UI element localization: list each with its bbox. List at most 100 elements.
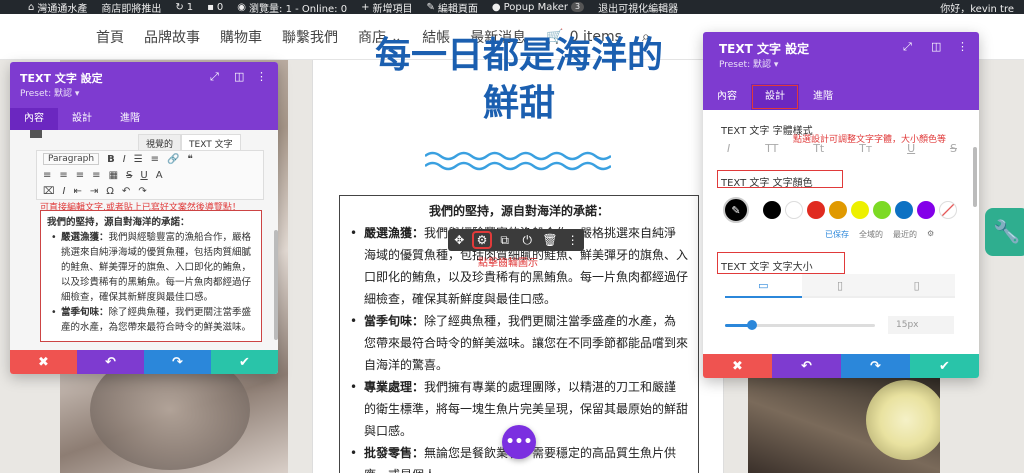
scrollbar[interactable] <box>973 147 977 207</box>
edit-page-link[interactable]: ✎ 編輯頁面 <box>419 0 484 15</box>
trash-icon[interactable]: 🗑 <box>542 233 558 247</box>
save-button[interactable]: ✔ <box>211 350 278 374</box>
undo-button[interactable]: ↶ <box>772 354 841 378</box>
swatch-orange[interactable] <box>829 201 847 219</box>
preset-select[interactable]: Preset: 默認 ▾ <box>20 86 268 99</box>
justify-icon[interactable]: ≡ <box>92 170 100 181</box>
page-settings-button[interactable]: ••• <box>502 425 536 459</box>
uppercase-icon[interactable]: TT <box>765 142 778 160</box>
tab-content[interactable]: 內容 <box>703 84 751 110</box>
align-right-icon[interactable]: ≡ <box>76 170 84 181</box>
more-vertical-icon[interactable]: ⋮ <box>957 40 968 53</box>
undo-button[interactable]: ↶ <box>77 350 144 374</box>
popup-maker-link[interactable]: ● Popup Maker 3 <box>485 0 591 14</box>
desktop-icon[interactable]: ▭ <box>725 274 802 298</box>
quote-icon[interactable]: ❝ <box>188 154 193 165</box>
redo-button[interactable]: ↷ <box>144 350 211 374</box>
redo-icon[interactable]: ↷ <box>138 186 146 197</box>
more-icon[interactable]: ⋮ <box>565 233 581 247</box>
more-vertical-icon[interactable]: ⋮ <box>256 70 267 83</box>
text-size-slider[interactable] <box>725 317 875 333</box>
phone-icon[interactable]: ▯ <box>878 274 956 298</box>
gear-icon[interactable]: ⚙ <box>927 229 934 240</box>
italic-format-icon[interactable]: I <box>63 186 66 197</box>
swatch-none[interactable] <box>939 201 957 219</box>
save-button[interactable]: ✔ <box>910 354 979 378</box>
swatch-yellow[interactable] <box>851 201 869 219</box>
link-icon[interactable]: 🔗 <box>167 154 179 165</box>
tablet-icon[interactable]: ▯ <box>801 274 879 298</box>
power-icon[interactable]: ⏻ <box>519 233 535 248</box>
tab-design[interactable]: 設計 <box>58 108 106 130</box>
align-left-icon[interactable]: ≡ <box>43 170 51 181</box>
tab-design[interactable]: 設計 <box>751 84 799 110</box>
swatch-purple[interactable] <box>917 201 935 219</box>
slider-handle[interactable] <box>747 320 757 330</box>
redo-button[interactable]: ↷ <box>841 354 910 378</box>
preset-select[interactable]: Preset: 默認 ▾ <box>719 57 963 70</box>
tab-recent[interactable]: 最近的 <box>893 229 917 240</box>
tab-saved[interactable]: 已保存 <box>825 229 849 240</box>
swatch-green[interactable] <box>873 201 891 219</box>
exit-builder-link[interactable]: 退出可視化編輯器 <box>591 0 685 15</box>
nav-home[interactable]: 首頁 <box>96 27 124 47</box>
tab-content[interactable]: 內容 <box>10 108 58 130</box>
discard-button[interactable]: ✖ <box>10 350 77 374</box>
store-notice[interactable]: 商店即將推出 <box>94 0 168 15</box>
font-style-options: I TT Tt Tᴛ U S <box>727 142 957 160</box>
text-color-icon[interactable]: A <box>156 170 163 181</box>
nav-cart[interactable]: 購物車 <box>220 27 262 47</box>
bullet-list-icon[interactable]: ☰ <box>134 154 143 165</box>
swatch-red[interactable] <box>807 201 825 219</box>
outdent-icon[interactable]: ⇤ <box>73 186 81 197</box>
underline-style-icon[interactable]: U <box>907 142 915 160</box>
italic-style-icon[interactable]: I <box>727 142 730 160</box>
text-color-label: TEXT 文字 文字顏色 <box>721 178 813 189</box>
editor-body[interactable]: 我們的堅持，源自對海洋的承諾： 嚴選漁獲：我們與經驗豐富的漁船合作，嚴格挑選來自… <box>40 210 262 342</box>
move-icon[interactable]: ✥ <box>451 233 467 247</box>
indent-icon[interactable]: ⇥ <box>90 186 98 197</box>
table-icon[interactable]: ▦ <box>109 170 118 181</box>
bold-icon[interactable]: B <box>107 154 115 165</box>
swatch-blue[interactable] <box>895 201 913 219</box>
new-item-link[interactable]: + 新增項目 <box>354 0 419 15</box>
comments-link[interactable]: ▪ 0 <box>200 0 230 14</box>
text-size-input[interactable]: 15px <box>888 316 954 334</box>
smallcaps-icon[interactable]: Tᴛ <box>859 142 872 160</box>
capitalize-icon[interactable]: Tt <box>813 142 824 160</box>
updates-link[interactable]: ↻ 1 <box>168 0 200 14</box>
split-view-icon[interactable]: ◫ <box>234 70 244 83</box>
clear-format-icon[interactable]: ⌧ <box>43 186 55 197</box>
tab-global[interactable]: 全域的 <box>859 229 883 240</box>
panel-title: TEXT 文字 設定 <box>719 42 810 56</box>
special-char-icon[interactable]: Ω <box>106 186 114 197</box>
dots-icon: ••• <box>505 434 533 450</box>
swatch-white[interactable] <box>785 201 803 219</box>
numbered-list-icon[interactable]: ≡ <box>151 154 159 165</box>
paragraph-select[interactable]: Paragraph <box>43 153 100 165</box>
gear-icon[interactable]: ⚙ <box>471 231 492 249</box>
fullscreen-icon[interactable]: ⤢ <box>210 70 219 84</box>
right-settings-panel: TEXT 文字 設定 Preset: 默認 ▾ ⤢ ◫ ⋮ 內容 設計 進階 T… <box>703 32 979 378</box>
strikethrough-icon[interactable]: S <box>126 170 132 181</box>
add-media-button[interactable] <box>30 130 42 138</box>
strike-style-icon[interactable]: S <box>950 142 957 160</box>
scrollbar[interactable] <box>274 230 278 340</box>
split-view-icon[interactable]: ◫ <box>931 40 941 53</box>
align-center-icon[interactable]: ≡ <box>59 170 67 181</box>
swatch-black[interactable] <box>763 201 781 219</box>
wrench-icon[interactable]: 🔧 <box>985 208 1024 256</box>
underline-icon[interactable]: U <box>140 170 147 181</box>
italic-icon[interactable]: I <box>123 154 126 165</box>
tab-advanced[interactable]: 進階 <box>106 108 154 130</box>
tab-advanced[interactable]: 進階 <box>799 84 847 110</box>
views-counter[interactable]: ◉ 瀏覽量: 1 - Online: 0 <box>230 0 354 15</box>
fullscreen-icon[interactable]: ⤢ <box>903 40 912 54</box>
admin-site-link[interactable]: ⌂ 灣通通水產 <box>0 0 94 15</box>
undo-icon[interactable]: ↶ <box>122 186 130 197</box>
discard-button[interactable]: ✖ <box>703 354 772 378</box>
duplicate-icon[interactable]: ⧉ <box>497 233 513 248</box>
account-menu[interactable]: 你好，kevin tre <box>933 0 1024 15</box>
nav-brand-story[interactable]: 品牌故事 <box>144 27 200 47</box>
eyedropper-icon[interactable]: ✎ <box>723 197 749 223</box>
